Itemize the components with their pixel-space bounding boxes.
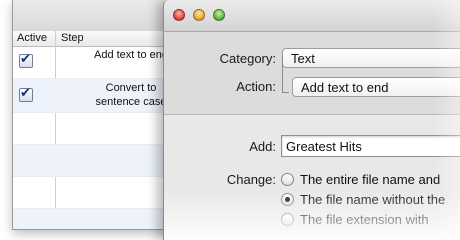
category-value: Text [291, 51, 315, 66]
radio-file-extension[interactable] [281, 213, 294, 226]
radio-file-name-without-extension[interactable] [281, 193, 294, 206]
radio-file-name-without-extension-label[interactable]: The file name without the [300, 192, 445, 207]
action-label: Action: [236, 79, 276, 94]
category-action-bracket [282, 56, 289, 93]
column-header-step[interactable]: Step [61, 32, 84, 45]
radio-entire-file-name[interactable] [281, 173, 294, 186]
category-label: Category: [219, 51, 276, 66]
close-button[interactable] [173, 9, 185, 21]
active-checkbox[interactable] [19, 52, 33, 68]
zoom-button[interactable] [213, 9, 225, 21]
radio-file-extension-label[interactable]: The file extension with [300, 212, 429, 227]
active-checkbox[interactable] [19, 86, 33, 102]
change-label: Change: [226, 172, 276, 187]
radio-entire-file-name-label[interactable]: The entire file name and [300, 172, 440, 187]
add-text-field[interactable]: Greatest Hits [281, 135, 460, 157]
action-value: Add text to end [301, 80, 389, 95]
add-text-value: Greatest Hits [286, 139, 362, 154]
column-header-active[interactable]: Active [17, 32, 47, 45]
category-popup[interactable]: Text [282, 48, 460, 68]
category-action-panel: Category: Text Action: Add text to end [164, 32, 460, 115]
title-bar[interactable] [164, 0, 460, 32]
add-label: Add: [249, 139, 276, 154]
action-editor-window: Category: Text Action: Add text to end A… [163, 0, 460, 240]
minimize-button[interactable] [193, 9, 205, 21]
action-popup[interactable]: Add text to end [292, 77, 460, 97]
